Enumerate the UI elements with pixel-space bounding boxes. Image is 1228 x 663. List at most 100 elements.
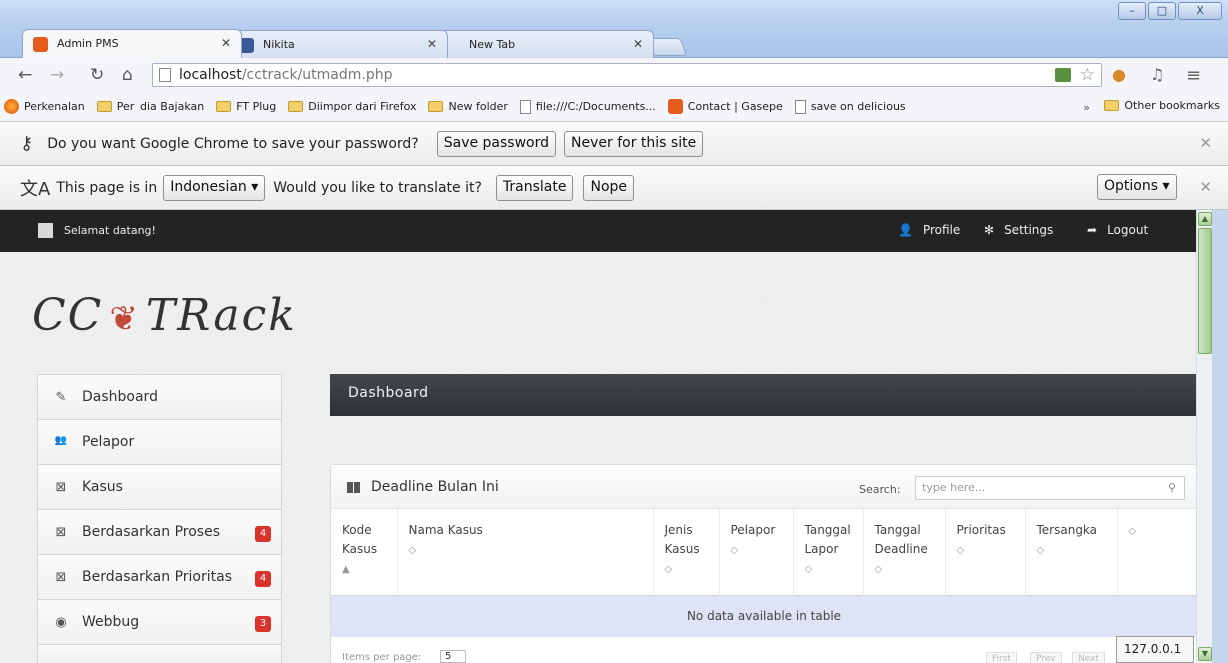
count-badge: 3 <box>255 616 271 632</box>
box-icon: ⊠ <box>55 570 67 585</box>
translate-button[interactable]: Translate <box>495 174 574 201</box>
tab-nikita[interactable]: Nikita ✕ <box>228 30 448 58</box>
search-input[interactable]: type here... ⚲ <box>915 476 1185 500</box>
menu-wrench-icon[interactable]: ≡ <box>1186 65 1201 86</box>
sidebar-item-berdasarkan-prioritas[interactable]: ⊠ Berdasarkan Prioritas 4 <box>37 554 282 600</box>
column-label: Kode Kasus <box>342 523 378 556</box>
close-infobar-icon[interactable]: ✕ <box>1199 134 1212 152</box>
items-per-page-select[interactable]: 5 <box>440 650 467 663</box>
minimize-button[interactable]: – <box>1118 2 1146 20</box>
pager-prev-button[interactable]: Prev <box>1030 652 1062 663</box>
bookmark-item[interactable]: file:///C:/Documents... <box>519 99 656 114</box>
bookmark-item[interactable]: Perkenalan <box>4 99 85 114</box>
page-icon <box>159 68 171 82</box>
column-header-tersangka[interactable]: Tersangka ◇ <box>1025 509 1118 595</box>
search-label: Search: <box>859 483 901 496</box>
other-bookmarks[interactable]: Other bookmarks <box>1104 99 1220 112</box>
sidebar-item-berdasarkan-proses[interactable]: ⊠ Berdasarkan Proses 4 <box>37 509 282 555</box>
bookmark-label: Contact | Gasepe <box>687 100 783 113</box>
page-icon <box>519 99 531 114</box>
logo-text-left: CC <box>32 290 104 341</box>
sort-icon: ◇ <box>804 564 813 575</box>
tab-admin-pms[interactable]: Admin PMS ✕ <box>22 29 242 58</box>
extension-cookie-icon[interactable]: ● <box>1112 65 1126 84</box>
translate-infobar: 文A This page is in Indonesian ▾ Would yo… <box>0 166 1228 210</box>
column-header-prioritas[interactable]: Prioritas ◇ <box>945 509 1026 595</box>
users-icon: 👥 <box>54 435 68 446</box>
sidebar-item-webbug[interactable]: ◉ Webbug 3 <box>37 599 282 645</box>
column-label: Prioritas <box>956 523 1006 537</box>
gear-icon: ✻ <box>984 223 995 237</box>
nope-button[interactable]: Nope <box>583 174 635 201</box>
translate-prefix: This page is in <box>56 179 158 196</box>
page-title: Dashboard <box>330 374 1198 416</box>
tab-title: Admin PMS <box>57 37 119 50</box>
sidebar-item-dashboard[interactable]: ✎ Dashboard <box>37 374 282 420</box>
never-for-site-button[interactable]: Never for this site <box>564 130 704 157</box>
celtic-knot-icon: ❦ <box>109 299 140 339</box>
bookmark-item[interactable]: save on delicious <box>794 99 906 114</box>
translate-icon[interactable] <box>1055 68 1071 82</box>
column-label: Tanggal Lapor <box>804 523 851 556</box>
profile-label: Profile <box>922 223 961 237</box>
back-icon[interactable]: ← <box>18 65 32 85</box>
close-infobar-icon[interactable]: ✕ <box>1199 178 1212 196</box>
logout-link[interactable]: ➦ Logout <box>1087 223 1148 237</box>
language-select[interactable]: Indonesian ▾ <box>163 174 266 201</box>
column-header-actions[interactable]: ◇ <box>1117 509 1197 595</box>
search-icon: ⚲ <box>1167 481 1176 494</box>
bookmark-label: New folder <box>448 100 508 113</box>
bookmarks-overflow-chevron-icon[interactable]: » <box>1083 101 1090 114</box>
close-tab-icon[interactable]: ✕ <box>221 36 231 50</box>
column-header-tanggal-deadline[interactable]: Tanggal Deadline ◇ <box>863 509 946 595</box>
reload-icon[interactable]: ↻ <box>90 65 104 85</box>
sidebar-item-pelapor[interactable]: 👥 Pelapor <box>37 419 282 465</box>
bookmark-item[interactable]: Contact | Gasepe <box>667 99 783 114</box>
column-header-pelapor[interactable]: Pelapor ◇ <box>719 509 794 595</box>
bookmark-item[interactable]: Per dia Bajakan <box>96 100 205 113</box>
close-tab-icon[interactable]: ✕ <box>427 37 437 51</box>
other-bookmarks-label: Other bookmarks <box>1124 99 1220 112</box>
vertical-scrollbar[interactable]: ▲ ▼ <box>1196 210 1212 663</box>
table-header-row: Kode Kasus ▲ Nama Kasus ◇ Jenis Kasus ◇ Pel… <box>331 509 1197 595</box>
column-header-nama-kasus[interactable]: Nama Kasus ◇ <box>397 509 654 595</box>
scroll-down-icon[interactable]: ▼ <box>1198 647 1212 661</box>
sort-icon: ◇ <box>730 545 739 556</box>
notification-bell-icon[interactable]: ♫ <box>1150 65 1164 84</box>
box-icon: ⊠ <box>55 480 67 495</box>
tab-new-tab[interactable]: New Tab ✕ <box>434 30 654 58</box>
scroll-thumb[interactable] <box>1198 228 1212 354</box>
close-window-button[interactable]: X <box>1178 2 1222 20</box>
items-per-page-label: Items per page: <box>342 652 422 663</box>
column-header-kode-kasus[interactable]: Kode Kasus ▲ <box>331 509 398 595</box>
sidebar-item-kasus[interactable]: ⊠ Kasus <box>37 464 282 510</box>
folder-icon <box>216 101 232 112</box>
logout-label: Logout <box>1107 223 1149 237</box>
bookmark-label: Per dia Bajakan <box>116 100 205 113</box>
maximize-button[interactable]: □ <box>1148 2 1176 20</box>
address-bar[interactable]: localhost/cctrack/utmadm.php ☆ <box>152 63 1102 87</box>
bookmark-item[interactable]: FT Plug <box>216 100 276 113</box>
save-password-button[interactable]: Save password <box>436 130 557 157</box>
bookmark-item[interactable]: Diimpor dari Firefox <box>288 100 416 113</box>
column-header-tanggal-lapor[interactable]: Tanggal Lapor ◇ <box>793 509 864 595</box>
key-icon: ⚷ <box>20 133 34 154</box>
profile-link[interactable]: 👤 Profile <box>898 223 960 237</box>
pager-next-button[interactable]: Next <box>1072 652 1105 663</box>
bookmark-star-icon[interactable]: ☆ <box>1080 65 1095 85</box>
window-border <box>1212 210 1228 663</box>
column-header-jenis-kasus[interactable]: Jenis Kasus ◇ <box>653 509 720 595</box>
top-navbar: Selamat datang! 👤 Profile ✻ Settings ➦ Logo… <box>0 210 1212 252</box>
bookmark-item[interactable]: New folder <box>428 100 508 113</box>
user-icon: 👤 <box>898 223 913 237</box>
scroll-up-icon[interactable]: ▲ <box>1198 212 1212 226</box>
pager-first-button[interactable]: First <box>986 652 1017 663</box>
options-button[interactable]: Options ▾ <box>1097 174 1177 200</box>
close-tab-icon[interactable]: ✕ <box>633 37 643 51</box>
settings-link[interactable]: ✻ Settings <box>984 223 1053 237</box>
forward-icon[interactable]: → <box>50 65 64 85</box>
home-icon[interactable]: ⌂ <box>122 65 133 85</box>
sidebar-item-partial[interactable] <box>37 644 282 663</box>
sidebar-menu: ✎ Dashboard 👥 Pelapor ⊠ Kasus ⊠ Berdasar… <box>37 374 282 663</box>
user-avatar-icon <box>38 223 53 238</box>
